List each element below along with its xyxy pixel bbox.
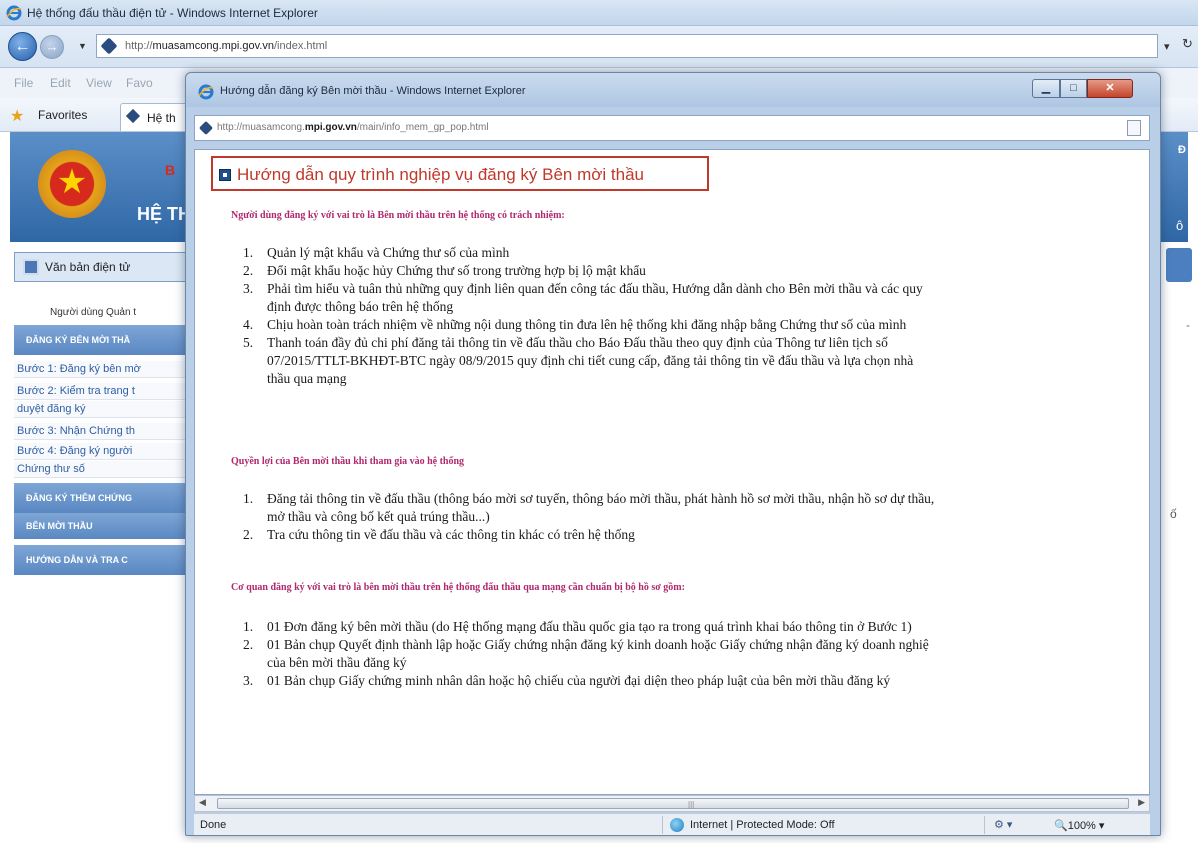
document-icon bbox=[23, 259, 39, 275]
page-icon bbox=[125, 108, 141, 124]
page-icon bbox=[198, 120, 214, 136]
sidebar-link-step2-cont[interactable]: duyệt đăng ký bbox=[14, 401, 200, 418]
background-title-bar: Hệ thống đấu thầu điện tử - Windows Inte… bbox=[0, 0, 1198, 26]
menu-view[interactable]: View bbox=[86, 76, 112, 90]
popup-browser-window: Hướng dẫn đăng ký Bên mời thầu - Windows… bbox=[185, 72, 1161, 836]
security-zone[interactable]: Internet | Protected Mode: Off bbox=[690, 819, 835, 831]
user-note: Người dùng Quản t bbox=[50, 307, 137, 318]
page-heading-box: Hướng dẫn quy trình nghiệp vụ đăng ký Bê… bbox=[211, 156, 709, 191]
zoom-control[interactable]: 🔍100% ▾ bbox=[1054, 819, 1104, 832]
documents-list: 1. 01 Đơn đăng ký bên mời thầu (do Hệ thố… bbox=[243, 618, 929, 690]
background-window-title: Hệ thống đấu thầu điện tử - Windows Inte… bbox=[27, 6, 318, 20]
close-button[interactable]: ✕ bbox=[1087, 79, 1133, 98]
horizontal-scrollbar[interactable]: ◀ ||| ▶ bbox=[194, 795, 1150, 812]
window-controls: ▁ □ ✕ bbox=[1032, 79, 1156, 99]
section-benefits-title: Quyền lợi của Bên mời thầu khi tham gia … bbox=[231, 456, 465, 467]
address-dropdown-icon[interactable]: ▾ bbox=[1164, 40, 1170, 53]
document-search-label: Văn bản điện tử bbox=[45, 260, 131, 274]
section-responsibilities-title: Người dùng đăng ký với vai trò là Bên mờ… bbox=[231, 210, 565, 221]
page-icon bbox=[100, 37, 118, 55]
right-dash: - bbox=[1186, 318, 1190, 332]
list-item: 2. Đổi mật khẩu hoặc hủy Chứng thư số tro… bbox=[243, 263, 646, 278]
page-status-icon[interactable] bbox=[1127, 120, 1141, 136]
status-separator bbox=[984, 816, 985, 834]
list-item-continuation: định được thông báo trên hệ thống bbox=[267, 299, 454, 314]
background-url-text: http://muasamcong.mpi.gov.vn/index.html bbox=[125, 40, 328, 52]
site-header-line1: B bbox=[165, 162, 176, 178]
search-go-button[interactable] bbox=[1166, 248, 1192, 282]
scroll-right-arrow-icon[interactable]: ▶ bbox=[1138, 797, 1145, 808]
list-item: 2. Tra cứu thông tin về đấu thầu và các t… bbox=[243, 527, 635, 542]
maximize-button[interactable]: □ bbox=[1060, 79, 1087, 98]
ie-logo-icon bbox=[6, 5, 22, 21]
list-item: 1. 01 Đơn đăng ký bên mời thầu (do Hệ thố… bbox=[243, 619, 912, 634]
right-edge-text: ố bbox=[1170, 507, 1177, 521]
list-item: 3. 01 Bản chụp Giấy chứng minh nhân dân h… bbox=[243, 673, 891, 688]
sidebar-link-step4[interactable]: Bước 4: Đăng ký người bbox=[14, 443, 200, 460]
tab-label: Hệ th bbox=[147, 111, 176, 125]
menu-edit[interactable]: Edit bbox=[50, 76, 71, 90]
scroll-grip-icon: ||| bbox=[688, 800, 695, 809]
sidebar-section-guide[interactable]: HƯỚNG DẪN VÀ TRA C bbox=[14, 545, 200, 575]
scrollbar-thumb[interactable]: ||| bbox=[217, 798, 1129, 809]
popup-address-bar[interactable]: http://muasamcong.mpi.gov.vn/main/info_m… bbox=[194, 115, 1150, 141]
popup-window-title: Hướng dẫn đăng ký Bên mời thầu - Windows… bbox=[220, 85, 526, 97]
list-item-continuation: mở thầu và công bố kết quả trúng thầu...… bbox=[267, 509, 490, 524]
sidebar-section-register[interactable]: ĐĂNG KÝ BÊN MỜI THẦ bbox=[14, 325, 200, 355]
globe-icon bbox=[670, 818, 684, 832]
national-emblem-icon: ★ bbox=[38, 150, 106, 218]
sidebar-section-bidder[interactable]: BÊN MỜI THẦU bbox=[14, 513, 200, 539]
list-item: 1. Đăng tải thông tin về đấu thầu (thông … bbox=[243, 491, 935, 506]
favorites-star-icon[interactable]: ★ bbox=[10, 106, 24, 126]
scroll-left-arrow-icon[interactable]: ◀ bbox=[199, 797, 206, 808]
sidebar-link-step1[interactable]: Bước 1: Đăng ký bên mờ bbox=[14, 361, 200, 378]
page-tools-icon[interactable]: ⚙ ▾ bbox=[994, 818, 1012, 831]
refresh-icon[interactable]: ↻ bbox=[1182, 36, 1193, 52]
list-item: 2. 01 Bản chụp Quyết định thành lập hoặc … bbox=[243, 637, 929, 652]
site-header-line2: HỆ TH bbox=[137, 204, 191, 224]
back-button[interactable]: ← bbox=[8, 32, 37, 61]
header-right-text-2: ô bbox=[1176, 218, 1184, 233]
responsibilities-list: 1. Quản lý mật khẩu và Chứng thư số của m… bbox=[243, 244, 923, 388]
favorites-button[interactable]: Favorites bbox=[38, 108, 87, 122]
list-item-continuation: 07/2015/TTLT-BKHĐT-BTC ngày 08/9/2015 qu… bbox=[267, 353, 914, 368]
forward-button[interactable]: → bbox=[40, 35, 64, 59]
list-item: 1. Quản lý mật khẩu và Chứng thư số của m… bbox=[243, 245, 510, 260]
document-search-box[interactable]: Văn bản điện tử bbox=[14, 252, 196, 282]
popup-title-bar[interactable]: Hướng dẫn đăng ký Bên mời thầu - Windows… bbox=[186, 73, 1160, 107]
list-item: 4. Chịu hoàn toàn trách nhiệm về những nộ… bbox=[243, 317, 907, 332]
section-documents-title: Cơ quan đăng ký với vai trò là bên mời t… bbox=[231, 582, 685, 593]
minimize-button[interactable]: ▁ bbox=[1032, 79, 1060, 98]
sidebar-section-add-cert[interactable]: ĐĂNG KÝ THÊM CHỨNG bbox=[14, 483, 200, 513]
background-address-bar: ← → ▼ http://muasamcong.mpi.gov.vn/index… bbox=[0, 26, 1198, 68]
sidebar-link-step4-cont[interactable]: Chứng thư số bbox=[14, 461, 200, 478]
menu-favorites[interactable]: Favo bbox=[126, 76, 153, 90]
history-dropdown-icon[interactable]: ▼ bbox=[78, 41, 87, 51]
list-item-continuation: của bên mời thầu đăng ký bbox=[267, 655, 407, 670]
background-url-field[interactable]: http://muasamcong.mpi.gov.vn/index.html bbox=[96, 34, 1158, 58]
bullet-icon bbox=[219, 169, 231, 181]
page-heading: Hướng dẫn quy trình nghiệp vụ đăng ký Bê… bbox=[237, 165, 644, 184]
ie-logo-icon bbox=[198, 84, 214, 100]
sidebar-link-step2[interactable]: Bước 2: Kiểm tra trang t bbox=[14, 383, 200, 400]
benefits-list: 1. Đăng tải thông tin về đấu thầu (thông … bbox=[243, 490, 934, 544]
list-item: 5. Thanh toán đầy đủ chi phí đăng tải thô… bbox=[243, 335, 888, 350]
popup-url-text: http://muasamcong.mpi.gov.vn/main/info_m… bbox=[217, 122, 489, 133]
status-bar: Done Internet | Protected Mode: Off ⚙ ▾ … bbox=[194, 813, 1150, 835]
list-item-continuation: thầu qua mạng bbox=[267, 371, 347, 386]
back-arrow-icon: ← bbox=[14, 38, 31, 55]
sidebar-link-step3[interactable]: Bước 3: Nhận Chứng th bbox=[14, 423, 200, 440]
status-text: Done bbox=[200, 819, 227, 831]
left-sidebar: ĐĂNG KÝ BÊN MỜI THẦ Bước 1: Đăng ký bên … bbox=[14, 325, 200, 625]
header-right-text: Đ bbox=[1178, 144, 1186, 156]
list-item: 3. Phải tìm hiểu và tuân thủ những quy đị… bbox=[243, 281, 923, 296]
menu-file[interactable]: File bbox=[14, 76, 33, 90]
status-separator bbox=[662, 816, 663, 834]
popup-content: Hướng dẫn quy trình nghiệp vụ đăng ký Bê… bbox=[194, 149, 1150, 795]
forward-arrow-icon: → bbox=[45, 39, 59, 54]
